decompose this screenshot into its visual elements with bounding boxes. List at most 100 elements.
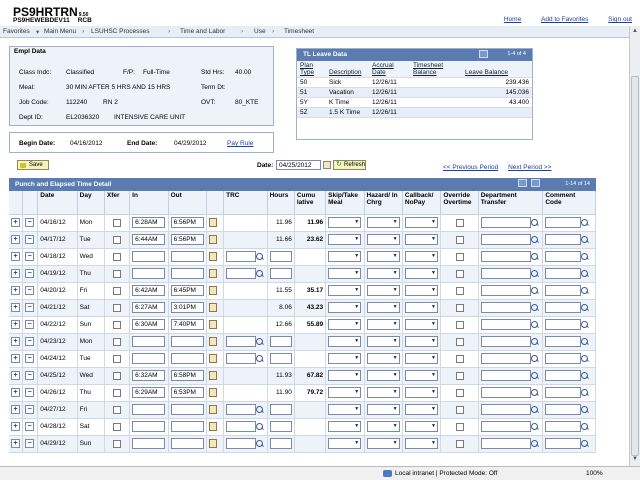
delete-row-icon[interactable]: − <box>25 354 35 363</box>
trc-input[interactable] <box>226 336 257 347</box>
skip-take-meal-select[interactable] <box>328 353 362 364</box>
scroll-thumb[interactable] <box>631 76 639 456</box>
nav-main-menu[interactable]: Main Menu <box>44 28 76 35</box>
add-row-icon[interactable]: + <box>11 439 20 448</box>
out-time-input[interactable] <box>170 251 204 262</box>
delete-row-icon[interactable]: − <box>25 252 35 261</box>
trc-detail-icon[interactable] <box>208 218 217 227</box>
hours-input[interactable] <box>269 438 292 449</box>
add-row-icon[interactable]: + <box>11 405 20 414</box>
add-row-icon[interactable]: + <box>11 218 20 227</box>
skip-take-meal-select[interactable] <box>328 336 362 347</box>
skip-take-meal-select[interactable] <box>328 285 362 296</box>
xfer-checkbox[interactable] <box>113 405 122 414</box>
sign-out-link[interactable]: Sign out <box>608 16 632 23</box>
hours-input[interactable] <box>269 336 292 347</box>
nav-use[interactable]: Use <box>254 28 266 35</box>
callback-select[interactable] <box>404 353 438 364</box>
dept-transfer-input[interactable] <box>480 217 531 228</box>
lookup-icon[interactable] <box>581 303 589 312</box>
comment-code-input[interactable] <box>545 217 582 228</box>
add-row-icon[interactable]: + <box>11 252 20 261</box>
lookup-icon[interactable] <box>530 320 539 329</box>
skip-take-meal-select[interactable] <box>328 438 362 449</box>
callback-select[interactable] <box>404 336 438 347</box>
out-time-input[interactable]: 6:56PM <box>170 234 204 245</box>
add-row-icon[interactable]: + <box>11 354 20 363</box>
xfer-checkbox[interactable] <box>113 371 122 380</box>
skip-take-meal-select[interactable] <box>328 268 362 279</box>
lookup-icon[interactable] <box>256 422 264 431</box>
out-time-input[interactable]: 6:56PM <box>170 217 204 228</box>
in-time-input[interactable]: 6:29AM <box>132 387 166 398</box>
in-time-input[interactable] <box>132 336 166 347</box>
previous-period-link[interactable]: << Previous Period <box>443 164 498 171</box>
lookup-icon[interactable] <box>530 235 539 244</box>
comment-code-input[interactable] <box>545 336 582 347</box>
in-time-input[interactable]: 6:44AM <box>132 234 166 245</box>
delete-row-icon[interactable]: − <box>25 303 35 312</box>
delete-row-icon[interactable]: − <box>25 422 35 431</box>
xfer-checkbox[interactable] <box>113 354 122 363</box>
skip-take-meal-select[interactable] <box>328 319 362 330</box>
override-overtime-checkbox[interactable] <box>455 269 464 278</box>
lookup-icon[interactable] <box>581 439 589 448</box>
trc-detail-icon[interactable] <box>208 405 217 414</box>
hazard-select[interactable] <box>366 285 400 296</box>
trc-detail-icon[interactable] <box>208 320 217 329</box>
hazard-select[interactable] <box>366 302 400 313</box>
in-time-input[interactable]: 6:28AM <box>132 217 166 228</box>
trc-input[interactable] <box>226 353 257 364</box>
xfer-checkbox[interactable] <box>113 388 122 397</box>
comment-code-input[interactable] <box>545 438 582 449</box>
trc-detail-icon[interactable] <box>208 371 217 380</box>
xfer-checkbox[interactable] <box>113 252 122 261</box>
override-overtime-checkbox[interactable] <box>455 354 464 363</box>
callback-select[interactable] <box>404 404 438 415</box>
lookup-icon[interactable] <box>256 337 264 346</box>
trc-input[interactable] <box>226 421 257 432</box>
delete-row-icon[interactable]: − <box>25 269 35 278</box>
out-time-input[interactable] <box>170 336 204 347</box>
xfer-checkbox[interactable] <box>113 235 122 244</box>
lookup-icon[interactable] <box>256 269 264 278</box>
hazard-select[interactable] <box>366 251 400 262</box>
callback-select[interactable] <box>404 370 438 381</box>
out-time-input[interactable]: 6:45PM <box>170 285 204 296</box>
override-overtime-checkbox[interactable] <box>455 252 464 261</box>
skip-take-meal-select[interactable] <box>328 251 362 262</box>
delete-row-icon[interactable]: − <box>25 337 35 346</box>
add-row-icon[interactable]: + <box>11 320 20 329</box>
lookup-icon[interactable] <box>581 337 589 346</box>
lookup-icon[interactable] <box>530 337 539 346</box>
grid-view-icon[interactable] <box>479 50 488 58</box>
lookup-icon[interactable] <box>581 371 589 380</box>
add-row-icon[interactable]: + <box>11 235 20 244</box>
lookup-icon[interactable] <box>256 252 264 261</box>
xfer-checkbox[interactable] <box>113 337 122 346</box>
lookup-icon[interactable] <box>581 286 589 295</box>
in-time-input[interactable]: 6:27AM <box>132 302 166 313</box>
trc-detail-icon[interactable] <box>208 286 217 295</box>
lookup-icon[interactable] <box>581 235 589 244</box>
lookup-icon[interactable] <box>581 405 589 414</box>
comment-code-input[interactable] <box>545 370 582 381</box>
in-time-input[interactable]: 6:32AM <box>132 370 166 381</box>
comment-code-input[interactable] <box>545 387 582 398</box>
lookup-icon[interactable] <box>530 303 539 312</box>
override-overtime-checkbox[interactable] <box>455 286 464 295</box>
override-overtime-checkbox[interactable] <box>455 337 464 346</box>
trc-input[interactable] <box>226 404 257 415</box>
dept-transfer-input[interactable] <box>480 336 531 347</box>
delete-row-icon[interactable]: − <box>25 439 35 448</box>
lookup-icon[interactable] <box>581 388 589 397</box>
xfer-checkbox[interactable] <box>113 303 122 312</box>
out-time-input[interactable] <box>170 353 204 364</box>
in-time-input[interactable] <box>132 353 166 364</box>
dept-transfer-input[interactable] <box>480 404 531 415</box>
trc-input[interactable] <box>226 438 257 449</box>
dept-transfer-input[interactable] <box>480 302 531 313</box>
hours-input[interactable] <box>269 404 292 415</box>
comment-code-input[interactable] <box>545 285 582 296</box>
callback-select[interactable] <box>404 268 438 279</box>
